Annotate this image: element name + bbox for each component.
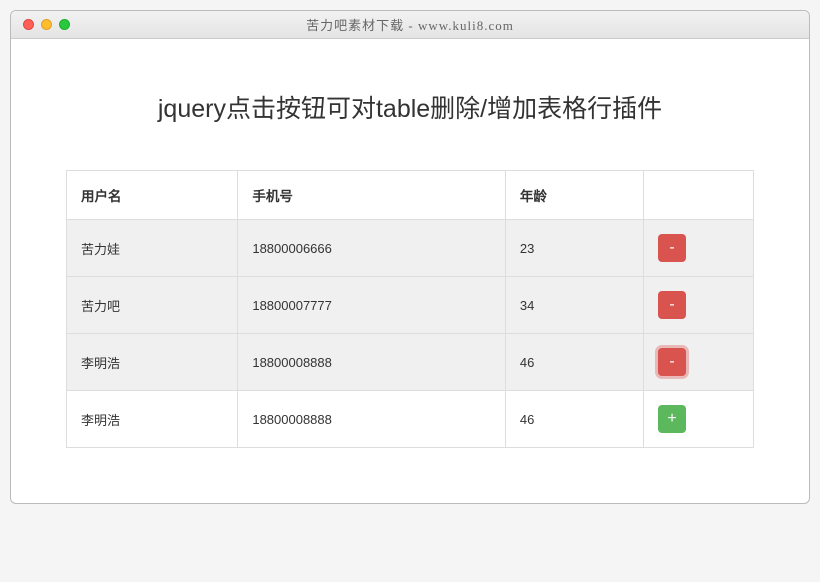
- page-heading: jquery点击按钮可对table删除/增加表格行插件: [66, 89, 754, 125]
- col-phone: 手机号: [238, 171, 506, 220]
- table-header-row: 用户名 手机号 年龄: [67, 171, 754, 220]
- cell-username: 苦力娃: [67, 220, 238, 277]
- table-row: 苦力娃1880000666623-: [67, 220, 754, 277]
- cell-action: -: [644, 334, 754, 391]
- cell-phone: 18800008888: [238, 334, 506, 391]
- col-age: 年龄: [505, 171, 643, 220]
- remove-row-button[interactable]: -: [658, 291, 686, 319]
- cell-username: 李明浩: [67, 391, 238, 448]
- cell-age: 34: [505, 277, 643, 334]
- add-row-button[interactable]: +: [658, 405, 686, 433]
- remove-row-button[interactable]: -: [658, 348, 686, 376]
- col-username: 用户名: [67, 171, 238, 220]
- table-row: 苦力吧1880000777734-: [67, 277, 754, 334]
- table-row: 李明浩1880000888846 +: [67, 391, 754, 448]
- page-content: jquery点击按钮可对table删除/增加表格行插件 用户名 手机号 年龄 苦…: [11, 39, 809, 503]
- data-table: 用户名 手机号 年龄 苦力娃1880000666623-苦力吧188000077…: [66, 170, 754, 448]
- cell-phone: 18800006666: [238, 220, 506, 277]
- minimize-icon[interactable]: [41, 19, 52, 30]
- table-row: 李明浩1880000888846-: [67, 334, 754, 391]
- remove-row-button[interactable]: -: [658, 234, 686, 262]
- cell-age: 46: [505, 391, 643, 448]
- cell-username: 李明浩: [67, 334, 238, 391]
- col-actions: [644, 171, 754, 220]
- cell-action: +: [644, 391, 754, 448]
- close-icon[interactable]: [23, 19, 34, 30]
- cell-username: 苦力吧: [67, 277, 238, 334]
- cell-age: 23: [505, 220, 643, 277]
- browser-window: 苦力吧素材下载 - www.kuli8.com jquery点击按钮可对tabl…: [10, 10, 810, 504]
- cell-phone: 18800008888: [238, 391, 506, 448]
- traffic-lights: [11, 19, 70, 30]
- cell-phone: 18800007777: [238, 277, 506, 334]
- window-titlebar: 苦力吧素材下载 - www.kuli8.com: [11, 11, 809, 39]
- cell-action: -: [644, 277, 754, 334]
- maximize-icon[interactable]: [59, 19, 70, 30]
- cell-age: 46: [505, 334, 643, 391]
- cell-action: -: [644, 220, 754, 277]
- window-title: 苦力吧素材下载 - www.kuli8.com: [11, 15, 809, 34]
